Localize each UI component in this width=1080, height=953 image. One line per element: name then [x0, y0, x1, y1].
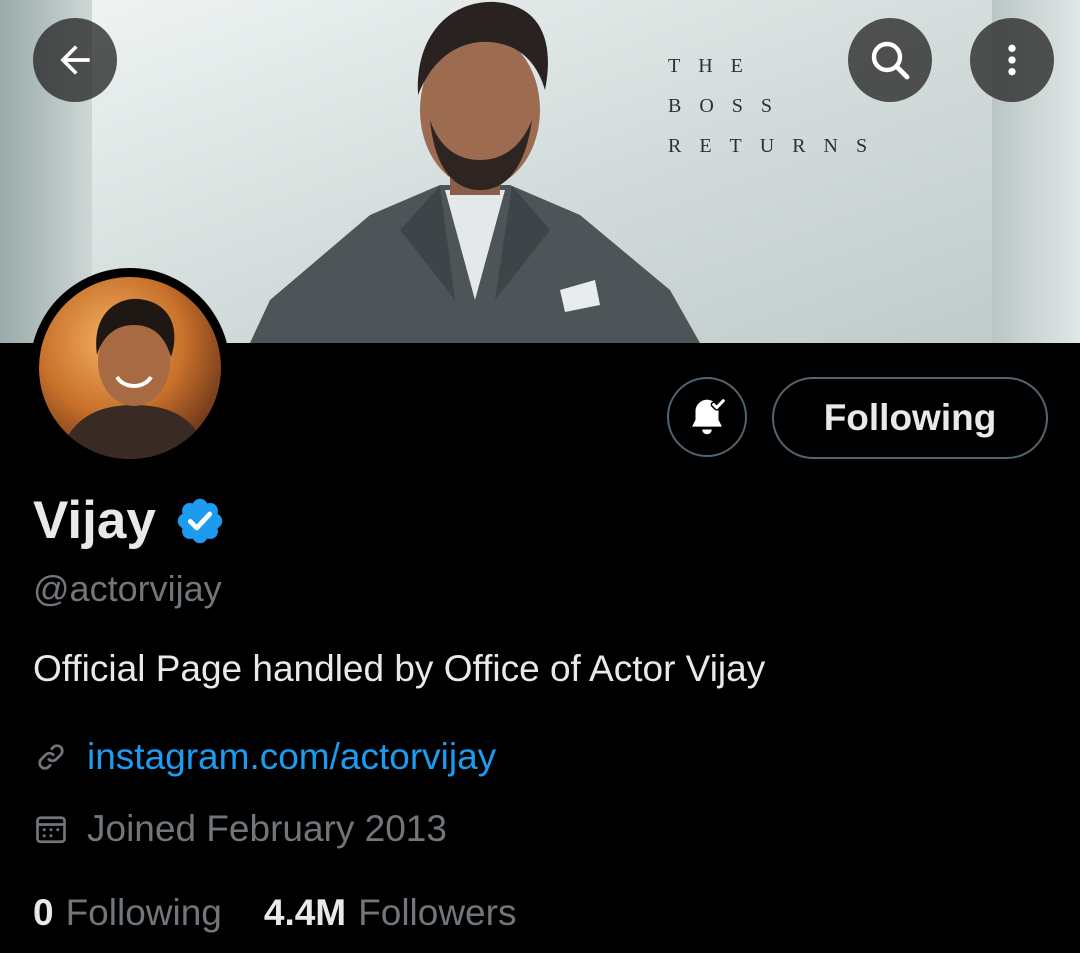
link-icon [38, 744, 64, 770]
followers-label: Followers [358, 892, 517, 933]
following-button[interactable]: Following [772, 377, 1048, 459]
profile-link-row: instagram.com/actorvijay [33, 736, 496, 778]
search-button[interactable] [848, 18, 932, 102]
notifications-button[interactable] [667, 377, 747, 457]
calendar-icon [36, 816, 66, 844]
profile-name: Vijay [33, 491, 156, 550]
profile-handle: @actorvijay [33, 568, 222, 609]
back-button[interactable] [33, 18, 117, 102]
tagline-line-3: RETURNS [668, 135, 886, 157]
profile-joined-row: Joined February 2013 [33, 808, 447, 850]
banner-person-image [250, 1, 700, 343]
search-icon [871, 41, 910, 80]
more-options-button[interactable] [970, 18, 1054, 102]
verified-badge-icon[interactable] [174, 495, 226, 547]
followers-stat[interactable]: 4.4M Followers [264, 892, 517, 934]
profile-name-row: Vijay [33, 490, 226, 551]
following-count: 0 [33, 892, 54, 933]
profile-avatar[interactable] [30, 268, 230, 468]
following-stat[interactable]: 0 Following [33, 892, 222, 934]
arrow-left-icon [60, 45, 90, 75]
tagline-line-2: BOSS [668, 95, 791, 117]
followers-count: 4.4M [263, 892, 347, 933]
profile-website-link[interactable]: instagram.com/actorvijay [87, 736, 496, 778]
profile-stats: 0 Following 4.4M Followers [33, 892, 516, 934]
profile-bio: Official Page handled by Office of Actor… [33, 648, 766, 689]
bell-check-icon [692, 397, 727, 435]
profile-joined-date: Joined February 2013 [87, 808, 447, 849]
following-label: Following [65, 892, 222, 933]
more-vertical-icon [1008, 44, 1016, 76]
avatar-image [39, 277, 221, 459]
